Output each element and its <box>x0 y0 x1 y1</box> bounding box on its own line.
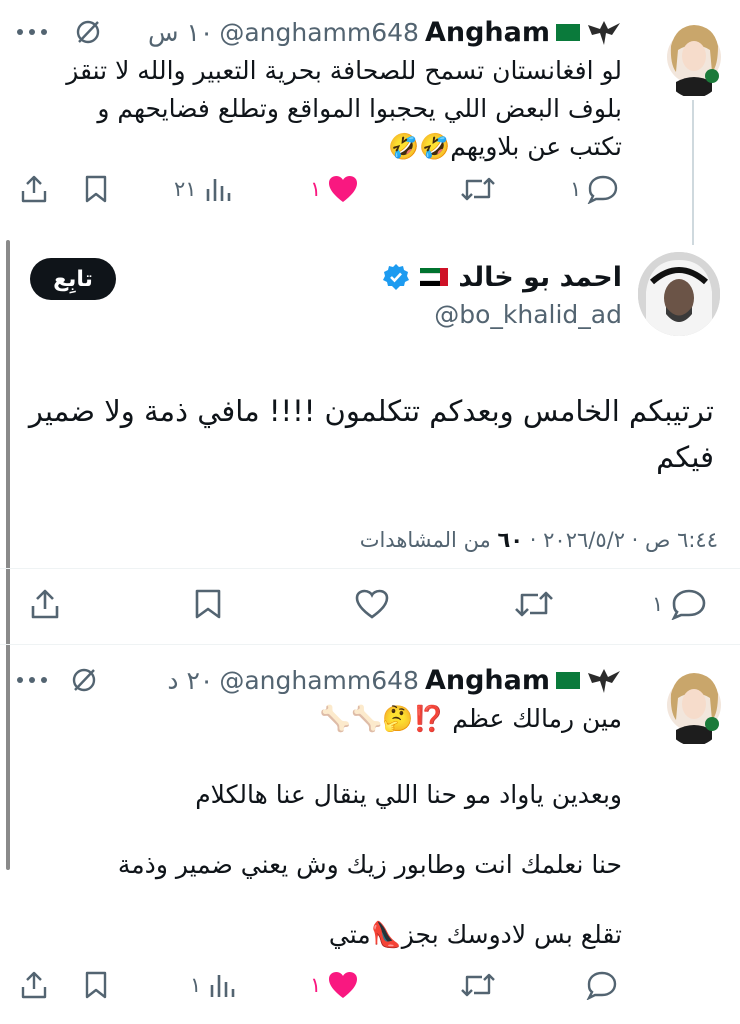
text-line: ترتيبكم الخامس وبعدكم تتكلمون !!!! مافي … <box>28 394 714 428</box>
like-count: ١ <box>310 177 322 201</box>
bookmark-button[interactable] <box>194 588 222 620</box>
retweet-button[interactable] <box>460 972 496 998</box>
thread-line <box>692 100 694 245</box>
retweet-button[interactable] <box>514 590 554 618</box>
tweet2-header: Angham @anghamm648 ٢٠ د <box>167 662 622 698</box>
views-button[interactable]: ١ <box>190 972 235 998</box>
handle[interactable]: @anghamm648 <box>219 18 419 47</box>
timestamp[interactable]: ١٠ س <box>148 18 213 47</box>
text-line: حنا نعلمك انت وطابور زيك وش يعني ضمير وذ… <box>117 850 622 879</box>
like-button[interactable]: ١ <box>310 174 359 204</box>
more-icon[interactable] <box>16 28 48 36</box>
follow-button[interactable]: تابِع <box>30 258 116 300</box>
share-button[interactable] <box>20 174 48 204</box>
verified-badge-icon <box>382 263 410 291</box>
text-line: مين رمالك عظم ⁉️🤔🦴🦴 <box>319 704 622 733</box>
timestamp[interactable]: ٦:٤٤ ص · ٢٠٢٦/٥/٢ · <box>523 528 718 552</box>
like-count: ١ <box>310 973 322 997</box>
avatar[interactable] <box>666 16 722 98</box>
views-icon <box>206 179 230 201</box>
bookmark-button[interactable] <box>84 174 108 204</box>
saudi-flag-icon <box>556 671 580 689</box>
like-button[interactable]: ١ <box>310 970 359 1000</box>
main-text: ترتيبكم الخامس وبعدكم تتكلمون !!!! مافي … <box>24 388 714 480</box>
views-label: من المشاهدات <box>359 528 498 552</box>
reply-icon <box>586 971 617 1000</box>
reply-button[interactable]: ١ <box>652 588 707 620</box>
reply-button[interactable] <box>586 970 618 1000</box>
retweet-button[interactable] <box>460 176 496 202</box>
main-header: احمد بو خالد <box>382 258 622 296</box>
reply-button[interactable]: ١ <box>570 174 619 204</box>
grok-icon[interactable] <box>74 18 102 46</box>
more-icon[interactable] <box>16 676 48 684</box>
tweet2-text: مين رمالك عظم ⁉️🤔🦴🦴 وبعدين ياواد مو حنا … <box>22 700 622 954</box>
share-button[interactable] <box>30 588 60 620</box>
eagle-icon <box>586 17 622 47</box>
share-button[interactable] <box>20 970 48 1000</box>
views-icon <box>210 975 235 997</box>
saudi-flag-icon <box>556 23 580 41</box>
text-line: تكتب عن بلاويهم🤣🤣 <box>387 132 622 161</box>
text-line: بلوف البعض اللي يحجبوا المواقع وتطلع فضا… <box>97 94 622 123</box>
display-name[interactable]: Angham <box>425 17 550 48</box>
text-line: فيكم <box>656 440 714 474</box>
tweet1-header: Angham @anghamm648 ١٠ س <box>148 14 622 50</box>
reply-count: ١ <box>652 592 664 616</box>
handle[interactable]: @anghamm648 <box>219 666 419 695</box>
display-name[interactable]: Angham <box>425 665 550 696</box>
text-line: تقلع بس لادوسك بجز👠متي <box>328 920 622 949</box>
views-count: ١ <box>190 973 202 997</box>
reply-count: ١ <box>570 177 582 201</box>
heart-icon <box>355 589 389 619</box>
tweet1-text: لو افغانستان تسمح للصحافة بحرية التعبير … <box>22 52 622 166</box>
like-button[interactable] <box>354 588 390 620</box>
eagle-icon <box>586 665 622 695</box>
reply-icon <box>671 589 706 620</box>
text-line: وبعدين ياواد مو حنا اللي ينقال عنا هالكل… <box>195 780 622 809</box>
views-count: ٢١ <box>174 177 197 201</box>
views-count: ٦٠ <box>497 528 524 552</box>
divider <box>0 644 740 645</box>
tweet-meta: ٦:٤٤ ص · ٢٠٢٦/٥/٢ · ٦٠ من المشاهدات <box>360 528 718 552</box>
text-line: لو افغانستان تسمح للصحافة بحرية التعبير … <box>66 56 622 85</box>
timestamp[interactable]: ٢٠ د <box>167 666 213 695</box>
heart-filled-icon <box>329 972 358 998</box>
display-name[interactable]: احمد بو خالد <box>458 262 622 293</box>
heart-filled-icon <box>329 176 358 202</box>
bookmark-button[interactable] <box>84 970 108 1000</box>
handle[interactable]: @bo_khalid_ad <box>434 300 622 329</box>
avatar[interactable] <box>638 252 720 336</box>
scroll-indicator <box>6 240 10 870</box>
uae-flag-icon <box>420 268 449 286</box>
grok-icon[interactable] <box>70 666 98 694</box>
views-button[interactable]: ٢١ <box>174 176 231 202</box>
divider <box>0 568 740 569</box>
reply-icon <box>587 175 618 204</box>
avatar[interactable] <box>666 664 722 746</box>
